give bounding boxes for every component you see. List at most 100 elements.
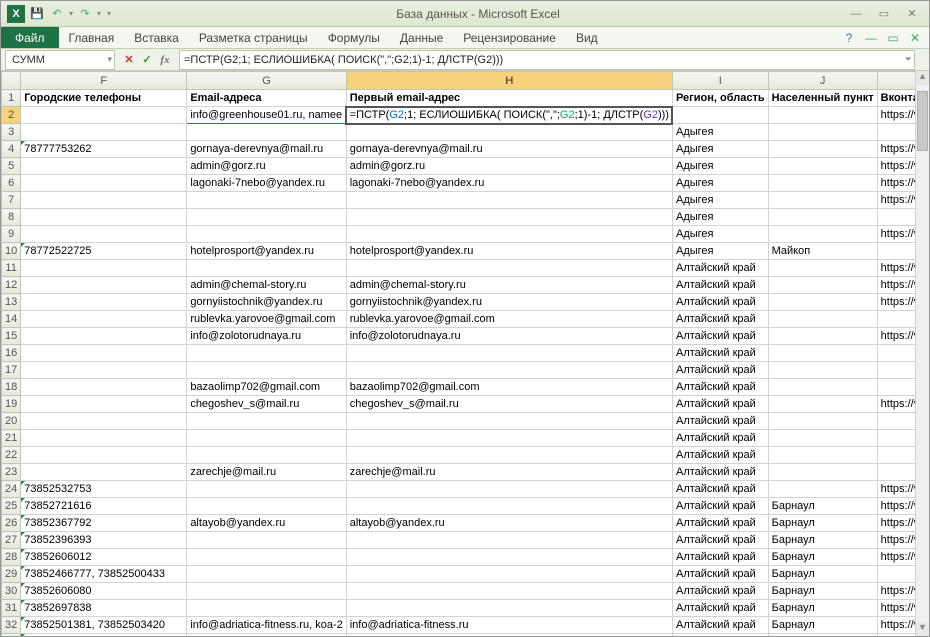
ribbon-tab-3[interactable]: Формулы xyxy=(318,27,390,48)
formula-expand-icon[interactable]: ⏷ xyxy=(905,54,912,65)
name-box[interactable]: СУММ ▾ xyxy=(5,50,115,70)
cell-F19[interactable] xyxy=(21,396,187,413)
row-header-14[interactable]: 14 xyxy=(2,311,21,328)
formula-input[interactable]: =ПСТР(G2;1; ЕСЛИОШИБКА( ПОИСК(",";G2;1)-… xyxy=(179,50,915,70)
cell-G19[interactable]: chegoshev_s@mail.ru xyxy=(187,396,346,413)
cell-H17[interactable] xyxy=(346,362,672,379)
row-header-24[interactable]: 24 xyxy=(2,481,21,498)
cell-F7[interactable] xyxy=(21,192,187,209)
accept-button[interactable]: ✓ xyxy=(139,52,155,68)
cell-J5[interactable] xyxy=(768,158,877,175)
cell-I9[interactable]: Адыгея xyxy=(672,226,768,243)
row-header-19[interactable]: 19 xyxy=(2,396,21,413)
row-header-16[interactable]: 16 xyxy=(2,345,21,362)
cell-F2[interactable] xyxy=(21,107,187,124)
cell-H9[interactable] xyxy=(346,226,672,243)
cell-J26[interactable]: Барнаул xyxy=(768,515,877,532)
cell-H6[interactable]: lagonaki-7nebo@yandex.ru xyxy=(346,175,672,192)
undo-dropdown-icon[interactable]: ▾ xyxy=(69,9,73,18)
cell-J4[interactable] xyxy=(768,141,877,158)
cell-I25[interactable]: Алтайский край xyxy=(672,498,768,515)
cell-J18[interactable] xyxy=(768,379,877,396)
cell-H29[interactable] xyxy=(346,566,672,583)
scroll-thumb[interactable] xyxy=(917,91,928,151)
cell-G1[interactable]: Email-адреса xyxy=(187,90,346,107)
cell-J21[interactable] xyxy=(768,430,877,447)
cell-J11[interactable] xyxy=(768,260,877,277)
cell-G17[interactable] xyxy=(187,362,346,379)
scroll-up-icon[interactable]: ▲ xyxy=(916,71,929,85)
cell-H24[interactable] xyxy=(346,481,672,498)
cell-H8[interactable] xyxy=(346,209,672,226)
cell-H30[interactable] xyxy=(346,583,672,600)
row-header-21[interactable]: 21 xyxy=(2,430,21,447)
cell-I24[interactable]: Алтайский край xyxy=(672,481,768,498)
row-header-10[interactable]: 10 xyxy=(2,243,21,260)
sheet-table[interactable]: FGHIJK 1Городские телефоныEmail-адресаПе… xyxy=(1,71,929,636)
cell-G25[interactable] xyxy=(187,498,346,515)
cell-I12[interactable]: Алтайский край xyxy=(672,277,768,294)
cell-J12[interactable] xyxy=(768,277,877,294)
fx-icon[interactable]: fx xyxy=(157,52,173,68)
row-header-15[interactable]: 15 xyxy=(2,328,21,345)
row-header-8[interactable]: 8 xyxy=(2,209,21,226)
cell-H21[interactable] xyxy=(346,430,672,447)
cell-F20[interactable] xyxy=(21,413,187,430)
vertical-scrollbar[interactable]: ▲ ▼ xyxy=(915,71,929,636)
cell-J10[interactable]: Майкоп xyxy=(768,243,877,260)
cell-I21[interactable]: Алтайский край xyxy=(672,430,768,447)
cell-G28[interactable] xyxy=(187,549,346,566)
row-header-3[interactable]: 3 xyxy=(2,124,21,141)
cell-G2[interactable]: info@greenhouse01.ru, namee xyxy=(187,107,346,124)
redo-dropdown-icon[interactable]: ▾ xyxy=(97,9,101,18)
cell-I13[interactable]: Алтайский край xyxy=(672,294,768,311)
cell-H13[interactable]: gornyiistochnik@yandex.ru xyxy=(346,294,672,311)
cell-J1[interactable]: Населенный пункт xyxy=(768,90,877,107)
cell-H19[interactable]: chegoshev_s@mail.ru xyxy=(346,396,672,413)
cell-H2[interactable]: =ПСТР(G2;1; ЕСЛИОШИБКА( ПОИСК(",";G2;1)-… xyxy=(346,107,672,124)
cell-I11[interactable]: Алтайский край xyxy=(672,260,768,277)
cell-H31[interactable] xyxy=(346,600,672,617)
cell-J23[interactable] xyxy=(768,464,877,481)
row-header-4[interactable]: 4 xyxy=(2,141,21,158)
cell-J31[interactable]: Барнаул xyxy=(768,600,877,617)
cell-G10[interactable]: hotelprosport@yandex.ru xyxy=(187,243,346,260)
cell-I29[interactable]: Алтайский край xyxy=(672,566,768,583)
select-all-corner[interactable] xyxy=(2,72,21,90)
cell-I2[interactable] xyxy=(672,107,768,124)
cell-I8[interactable]: Адыгея xyxy=(672,209,768,226)
col-header-H[interactable]: H xyxy=(346,72,672,90)
cell-F22[interactable] xyxy=(21,447,187,464)
row-header-30[interactable]: 30 xyxy=(2,583,21,600)
row-header-6[interactable]: 6 xyxy=(2,175,21,192)
cell-I17[interactable]: Алтайский край xyxy=(672,362,768,379)
cell-I7[interactable]: Адыгея xyxy=(672,192,768,209)
cell-H15[interactable]: info@zolotorudnaya.ru xyxy=(346,328,672,345)
cell-I33[interactable]: Алтайский край xyxy=(672,634,768,637)
cell-F28[interactable]: 73852606012 xyxy=(21,549,187,566)
cell-J8[interactable] xyxy=(768,209,877,226)
cell-H11[interactable] xyxy=(346,260,672,277)
row-header-13[interactable]: 13 xyxy=(2,294,21,311)
cell-I32[interactable]: Алтайский край xyxy=(672,617,768,634)
cell-I14[interactable]: Алтайский край xyxy=(672,311,768,328)
col-header-I[interactable]: I xyxy=(672,72,768,90)
row-header-32[interactable]: 32 xyxy=(2,617,21,634)
cell-G27[interactable] xyxy=(187,532,346,549)
cell-H7[interactable] xyxy=(346,192,672,209)
cell-J22[interactable] xyxy=(768,447,877,464)
cell-I28[interactable]: Алтайский край xyxy=(672,549,768,566)
cell-I4[interactable]: Адыгея xyxy=(672,141,768,158)
cell-F1[interactable]: Городские телефоны xyxy=(21,90,187,107)
cell-G20[interactable] xyxy=(187,413,346,430)
cell-H33[interactable]: reception@busines-hotel.ru xyxy=(346,634,672,637)
cell-F23[interactable] xyxy=(21,464,187,481)
cell-J32[interactable]: Барнаул xyxy=(768,617,877,634)
cell-J3[interactable] xyxy=(768,124,877,141)
cell-F31[interactable]: 73852697838 xyxy=(21,600,187,617)
cell-J17[interactable] xyxy=(768,362,877,379)
cell-I15[interactable]: Алтайский край xyxy=(672,328,768,345)
cell-G6[interactable]: lagonaki-7nebo@yandex.ru xyxy=(187,175,346,192)
row-header-7[interactable]: 7 xyxy=(2,192,21,209)
cell-F24[interactable]: 73852532753 xyxy=(21,481,187,498)
